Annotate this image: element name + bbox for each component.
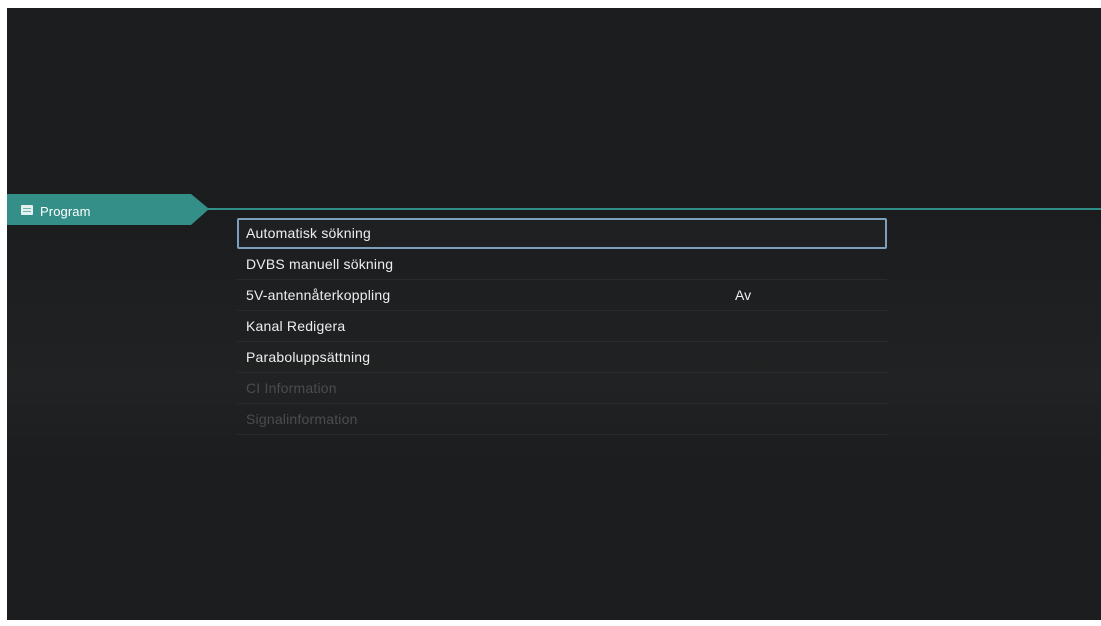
menu-item-paraboluppsattning[interactable]: Paraboluppsättning [237, 342, 887, 373]
menu-item-label: CI Information [246, 380, 337, 396]
menu-item-ci-information: CI Information [237, 373, 887, 404]
menu-item-dvbs-manuell-sokning[interactable]: DVBS manuell sökning [237, 249, 887, 280]
menu-item-kanal-redigera[interactable]: Kanal Redigera [237, 311, 887, 342]
menu-item-value: Av [735, 287, 752, 303]
menu-item-label: 5V-antennåterkoppling [246, 287, 391, 303]
menu-item-signalinformation: Signalinformation [237, 404, 887, 435]
menu-item-label: Paraboluppsättning [246, 349, 371, 365]
menu-item-label: DVBS manuell sökning [246, 256, 394, 272]
menu-item-automatisk-sokning[interactable]: Automatisk sökning [237, 218, 887, 249]
menu-item-label: Kanal Redigera [246, 318, 346, 334]
menu-item-5v-antennaterkoppling[interactable]: 5V-antennåterkoppling Av [237, 280, 887, 311]
menu-item-label: Automatisk sökning [246, 225, 371, 241]
tv-screen: Program Automatisk sökning DVBS manuell … [7, 8, 1101, 620]
tab-program[interactable] [7, 194, 217, 225]
menu-item-label: Signalinformation [246, 411, 358, 427]
settings-menu: Automatisk sökning DVBS manuell sökning … [237, 218, 887, 435]
accent-divider [207, 208, 1101, 210]
tab-program-label: Program [40, 204, 91, 219]
menu-list-icon [21, 205, 33, 215]
